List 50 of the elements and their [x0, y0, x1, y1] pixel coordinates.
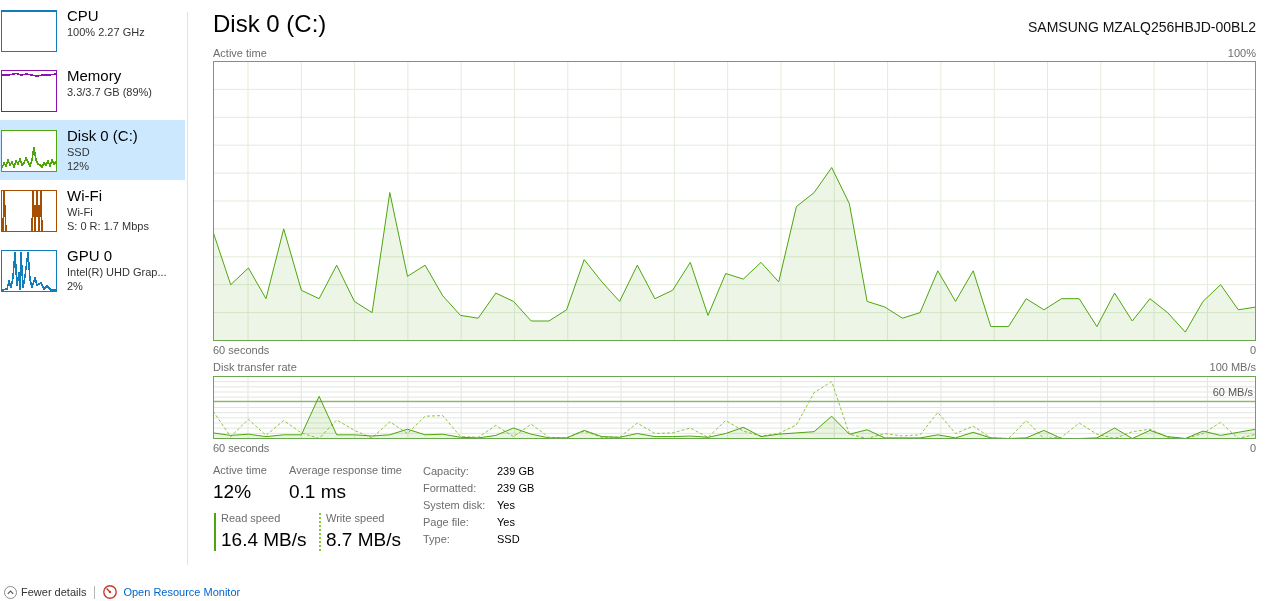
- graph-title: Active time: [213, 46, 267, 60]
- sidebar-item-detail: S: 0 R: 1.7 Mbps: [67, 219, 149, 233]
- graph-title: Disk transfer rate: [213, 360, 297, 374]
- sidebar-item-detail: SSD: [67, 145, 91, 159]
- property-value: SSD: [497, 532, 521, 545]
- property-value: Yes: [497, 498, 516, 511]
- stat-value: 0.1 ms: [289, 481, 348, 503]
- sidebar-item-detail: 12%: [67, 159, 91, 173]
- property-value: Yes: [497, 515, 516, 528]
- sidebar-item[interactable]: Wi-Fi Wi-Fi S: 0 R: 1.7 Mbps: [0, 180, 185, 240]
- property-value: 239 GB: [497, 464, 535, 477]
- stat-value: 8.7 MB/s: [326, 529, 401, 551]
- disk-title: Disk 0 (C:): [213, 9, 327, 39]
- stat-label: Active time: [213, 463, 268, 477]
- stat-label: Read speed: [221, 511, 282, 525]
- chevron-up-icon: [4, 585, 17, 599]
- sidebar-item-title: Memory: [67, 67, 123, 85]
- scale-min-label: 0: [1249, 343, 1256, 357]
- property-value: 239 GB: [497, 481, 535, 494]
- property-label: Formatted:: [423, 481, 478, 494]
- scale-max-label: 100%: [1227, 46, 1256, 60]
- sidebar-item-detail: 100% 2.27 GHz: [67, 25, 145, 39]
- sidebar-item[interactable]: Memory 3.3/3.7 GB (89%): [0, 60, 185, 120]
- stat-label: Average response time: [289, 463, 402, 477]
- property-label: Capacity:: [423, 464, 470, 477]
- scale-min-label: 0: [1249, 441, 1256, 455]
- property-label: Type:: [423, 532, 451, 545]
- sidebar-item-detail: Intel(R) UHD Grap...: [67, 265, 167, 279]
- stat-label: Write speed: [326, 511, 386, 525]
- time-span-label: 60 seconds: [213, 441, 270, 455]
- sidebar-item-title: Disk 0 (C:): [67, 127, 138, 145]
- sidebar-item[interactable]: Disk 0 (C:) SSD 12%: [0, 120, 185, 180]
- property-label: System disk:: [423, 498, 487, 511]
- sidebar-item-title: Wi-Fi: [67, 187, 103, 205]
- sidebar-item-title: CPU: [67, 7, 100, 25]
- sidebar-item[interactable]: CPU 100% 2.27 GHz: [0, 0, 185, 60]
- reference-line-label: 60 MB/s: [1212, 385, 1253, 400]
- time-span-label: 60 seconds: [213, 343, 270, 357]
- device-model: SAMSUNG MZALQ256HBJD-00BL2: [1028, 18, 1256, 36]
- fewer-details-button[interactable]: Fewer details: [4, 585, 87, 599]
- stat-value: 16.4 MB/s: [221, 529, 307, 551]
- sidebar-item-detail: 3.3/3.7 GB (89%): [67, 85, 152, 99]
- scale-max-label: 100 MB/s: [1209, 360, 1256, 374]
- stat-value: 12%: [213, 481, 253, 503]
- resource-monitor-link[interactable]: Open Resource Monitor: [103, 585, 241, 599]
- sidebar-item-detail: 2%: [67, 279, 84, 293]
- sidebar-item-title: GPU 0: [67, 247, 113, 265]
- property-label: Page file:: [423, 515, 470, 528]
- sidebar-item-detail: Wi-Fi: [67, 205, 94, 219]
- sidebar-item[interactable]: GPU 0 Intel(R) UHD Grap... 2%: [0, 240, 185, 300]
